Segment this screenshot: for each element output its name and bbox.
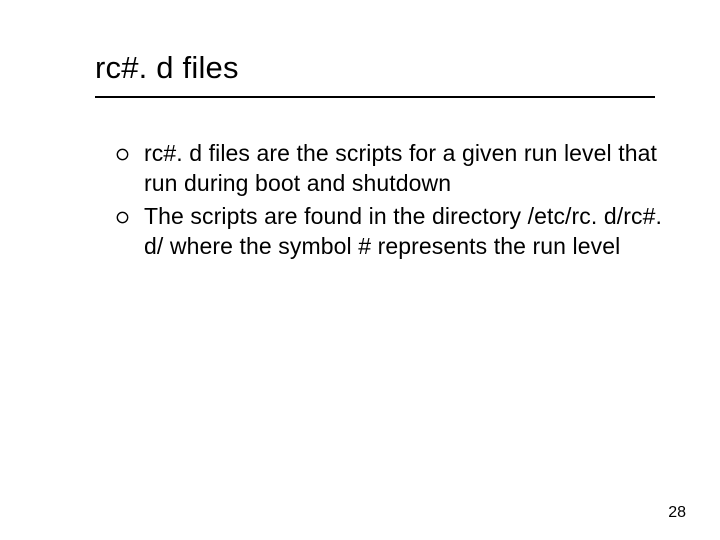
title-block: rc#. d files bbox=[95, 50, 660, 98]
page-number: 28 bbox=[668, 504, 686, 522]
slide: rc#. d files rc#. d files are the script… bbox=[0, 0, 720, 540]
bullet-circle-icon bbox=[116, 138, 144, 161]
list-item: rc#. d files are the scripts for a given… bbox=[116, 138, 670, 199]
body-content: rc#. d files are the scripts for a given… bbox=[116, 138, 670, 263]
bullet-text: rc#. d files are the scripts for a given… bbox=[144, 138, 670, 199]
bullet-text: The scripts are found in the directory /… bbox=[144, 201, 670, 262]
title-underline bbox=[95, 96, 655, 98]
list-item: The scripts are found in the directory /… bbox=[116, 201, 670, 262]
bullet-circle-icon bbox=[116, 201, 144, 224]
slide-title: rc#. d files bbox=[95, 50, 660, 86]
